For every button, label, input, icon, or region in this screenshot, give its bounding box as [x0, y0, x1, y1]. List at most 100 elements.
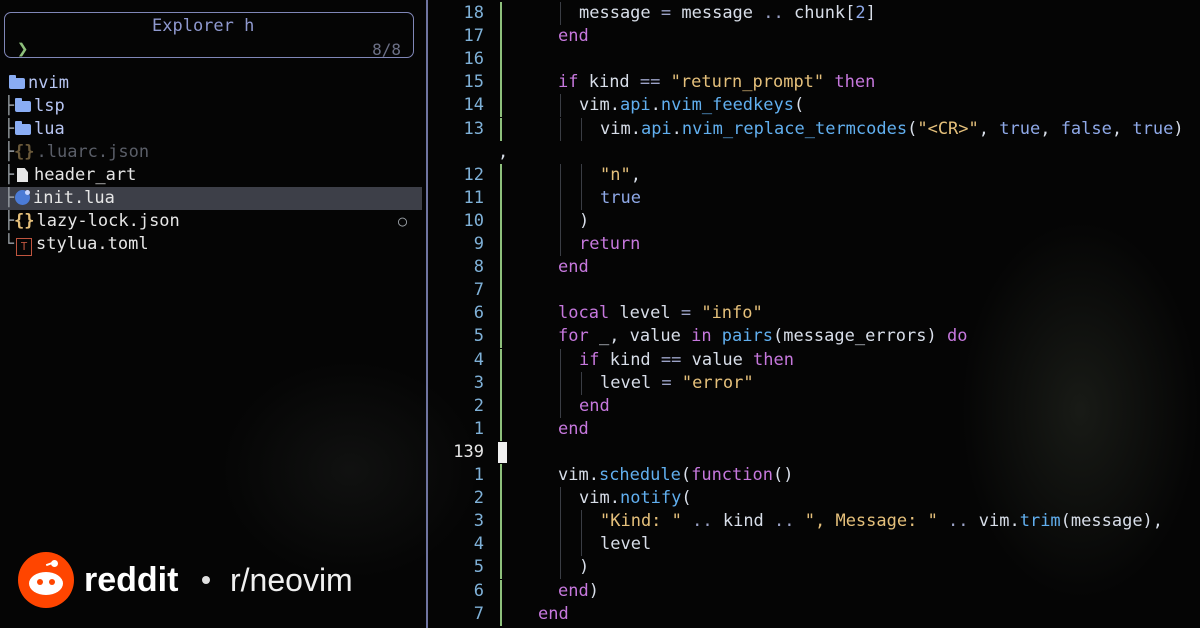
explorer-picker[interactable]: Explorer h ❯ 8/8 [4, 12, 414, 60]
lua-icon [15, 190, 30, 205]
indent-guide [560, 487, 561, 511]
code-line[interactable]: 9 return [430, 233, 1200, 256]
code-line[interactable]: 2 end [430, 394, 1200, 418]
tree-item-label: lazy-lock.json [36, 211, 180, 231]
line-number: 15 [463, 72, 484, 93]
code-text: vim.api.nvim_feedkeys( [579, 95, 805, 116]
subreddit-name: r/neovim [230, 562, 353, 598]
tree-item-luarc-json[interactable]: ├{} .luarc.json [0, 141, 422, 164]
code-line[interactable]: 3 level = "error" [430, 371, 1200, 395]
git-added-sign [500, 186, 502, 210]
tree-item-header-art[interactable]: ├ header_art [0, 164, 422, 187]
line-number: 2 [473, 395, 484, 416]
indent-guide [560, 233, 561, 256]
file-explorer: Explorer h ❯ 8/8 nvim ├ lsp ├ lua ├{} .luarc.j… [0, 0, 426, 628]
code-line[interactable]: 5) [430, 556, 1200, 580]
code-line[interactable]: 7 [430, 279, 1200, 303]
tree-item-lsp[interactable]: ├ lsp [0, 95, 422, 118]
indent-guide [560, 2, 561, 25]
git-added-sign [500, 556, 502, 580]
modified-circle-icon: ○ [398, 212, 408, 230]
code-text: vim.schedule(function() [558, 465, 794, 485]
code-text: ) [579, 557, 590, 578]
code-text: if kind == value then [579, 349, 794, 370]
code-line[interactable]: 10) [430, 209, 1200, 233]
code-text: message = message .. chunk[2] [579, 3, 876, 23]
code-line[interactable]: , [430, 141, 1200, 164]
git-added-sign [500, 117, 502, 141]
window-separator[interactable] [426, 0, 428, 628]
code-text: return [579, 234, 641, 254]
prompt-chevron-icon[interactable]: ❯ [17, 38, 28, 60]
tree-item-lua[interactable]: ├ lua [0, 118, 422, 141]
code-line[interactable]: 1 end [430, 417, 1200, 441]
line-number: 3 [473, 511, 484, 532]
code-text: if kind == "return_prompt" then [558, 72, 876, 93]
indent-guide [581, 186, 582, 210]
code-line[interactable]: 4 level [430, 533, 1200, 557]
tree-item-lazy-lock-json[interactable]: ├{} lazy-lock.json ○ [0, 210, 422, 233]
git-added-sign [500, 464, 502, 487]
code-line[interactable]: 6 local level = "info" [430, 302, 1200, 326]
tree-item-label: nvim [28, 73, 69, 93]
json-icon: {} [14, 142, 35, 162]
indent-guide [560, 163, 561, 187]
code-line[interactable]: 5 for _, value in pairs(message_errors) d… [430, 325, 1200, 349]
line-number: 6 [473, 303, 484, 324]
match-count: 8/8 [372, 40, 401, 59]
indent-guide [581, 371, 582, 395]
line-number: 8 [473, 257, 484, 278]
indent-guide [560, 533, 561, 557]
indent-guide [560, 510, 561, 534]
code-line[interactable]: 6 end) [430, 579, 1200, 603]
git-added-sign [500, 371, 502, 395]
code-line[interactable]: 11 true [430, 186, 1200, 210]
code-text: vim.notify( [579, 488, 692, 509]
code-line[interactable]: 4 if kind == value then [430, 348, 1200, 372]
code-line[interactable]: 7 end [430, 602, 1200, 626]
line-number: 12 [463, 164, 484, 185]
line-number: 5 [473, 557, 484, 578]
code-line[interactable]: 15 if kind == "return_prompt" then [430, 71, 1200, 95]
indent-guide [581, 163, 582, 187]
indent-guide [581, 117, 582, 141]
file-icon [17, 168, 28, 182]
code-line[interactable]: 14 vim.api.nvim_feedkeys( [430, 94, 1200, 118]
line-number: 2 [473, 488, 484, 509]
code-text: level [600, 534, 652, 555]
line-number: 9 [473, 234, 484, 254]
indent-guide [560, 117, 561, 141]
code-line[interactable]: 1 vim.schedule(function() [430, 464, 1200, 487]
indent-guide [560, 556, 561, 580]
git-added-sign [500, 71, 502, 95]
code-text: vim.api.nvim_replace_termcodes("<CR>", t… [600, 118, 1184, 139]
line-number: 13 [463, 118, 484, 139]
git-added-sign [500, 233, 502, 256]
code-line[interactable]: 13 vim.api.nvim_replace_termcodes("<CR>",… [430, 117, 1200, 141]
code-line[interactable]: 8 end [430, 256, 1200, 280]
code-text: local level = "info" [558, 303, 763, 324]
tree-item-stylua-toml[interactable]: └ Tstylua.toml [0, 233, 422, 256]
folder-open-icon [9, 75, 25, 89]
code-line[interactable]: 17 end [430, 25, 1200, 49]
git-added-sign [500, 394, 502, 418]
code-editor[interactable]: 18 message = message .. chunk[2] 17 end 16 15… [430, 0, 1200, 628]
tree-item-nvim[interactable]: nvim [0, 72, 422, 95]
line-number: 4 [473, 349, 484, 370]
code-line[interactable]: 2 vim.notify( [430, 487, 1200, 511]
explorer-title: Explorer h [140, 17, 267, 35]
git-added-sign [500, 302, 502, 326]
code-line[interactable]: 16 [430, 48, 1200, 72]
code-text: end) [558, 580, 599, 601]
line-number: 4 [473, 534, 484, 555]
indent-guide [581, 510, 582, 534]
code-line[interactable]: 3 "Kind: " .. kind .. ", Message: " .. vi… [430, 510, 1200, 534]
git-added-sign [500, 25, 502, 49]
code-line[interactable]: 18 message = message .. chunk[2] [430, 2, 1200, 25]
code-line[interactable]: 139 [430, 441, 1200, 464]
indent-guide [560, 394, 561, 418]
tree-guide: ├ [3, 119, 14, 139]
line-number: 1 [473, 465, 484, 485]
code-line[interactable]: 12 "n", [430, 163, 1200, 187]
tree-item-init-lua[interactable]: ├ init.lua [0, 187, 422, 210]
